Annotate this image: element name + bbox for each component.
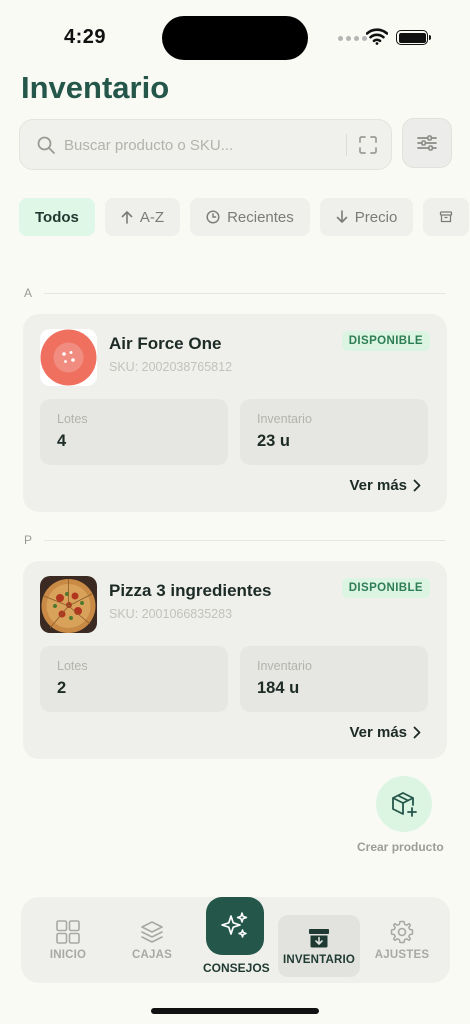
tab-ajustes[interactable]: AJUSTES [368, 897, 436, 983]
search-icon [37, 136, 55, 154]
stat-value: 4 [57, 432, 67, 450]
pizza-photo [40, 576, 97, 633]
status-badge: DISPONIBLE [341, 331, 430, 351]
ver-mas-label: Ver más [349, 477, 407, 494]
lotes-stat: Lotes 2 [40, 646, 228, 712]
clock-icon [206, 210, 220, 224]
lotes-stat: Lotes 4 [40, 399, 228, 465]
page-title: Inventario [21, 70, 170, 105]
create-product-label: Crear producto [357, 840, 444, 854]
tab-bar: INICIO CAJAS CONSEJOS INVENTARIO AJUSTES [21, 897, 450, 983]
chip-a-z[interactable]: A-Z [104, 198, 181, 236]
section-divider [44, 539, 446, 541]
section-header-a: A [24, 286, 446, 300]
section-divider [44, 292, 446, 294]
tab-label: CAJAS [132, 949, 172, 961]
placeholder-circle-icon [40, 329, 97, 386]
create-product-button[interactable] [376, 776, 432, 832]
tab-label: INICIO [49, 949, 87, 961]
product-sku: SKU: 2001066835283 [109, 607, 233, 621]
archive-icon [309, 929, 329, 948]
battery-icon [396, 30, 431, 45]
search-bar[interactable] [19, 119, 392, 170]
stat-label: Inventario [257, 412, 312, 426]
inventario-stat: Inventario 23 u [240, 399, 428, 465]
product-sku: SKU: 2002038765812 [109, 360, 233, 374]
wifi-icon [366, 28, 388, 45]
search-input[interactable] [64, 133, 334, 157]
arrow-down-icon [336, 210, 348, 223]
tab-label: INVENTARIO [282, 954, 356, 966]
stat-label: Inventario [257, 659, 312, 673]
box-plus-icon [392, 792, 417, 817]
chevron-right-icon [413, 479, 421, 492]
chip-archivados[interactable] [423, 198, 470, 236]
chip-label: Todos [35, 208, 79, 226]
status-bar: 4:29 [0, 0, 470, 70]
chip-recientes[interactable]: Recientes [190, 198, 310, 236]
arrow-up-icon [121, 211, 133, 224]
product-thumbnail [40, 576, 97, 633]
scan-icon[interactable] [358, 135, 378, 155]
dynamic-island [162, 16, 308, 60]
tab-inicio[interactable]: INICIO [35, 897, 101, 983]
layers-icon [141, 921, 163, 943]
product-card[interactable]: Pizza 3 ingredientes SKU: 2001066835283 … [23, 561, 447, 759]
gear-icon [390, 920, 414, 944]
grid-icon [56, 920, 80, 944]
filter-chips: Todos A-Z Recientes Precio [19, 198, 470, 236]
section-header-p: P [24, 533, 446, 547]
product-card[interactable]: Air Force One SKU: 2002038765812 DISPONI… [23, 314, 447, 512]
section-letter: P [24, 533, 33, 547]
stat-label: Lotes [57, 412, 88, 426]
stat-label: Lotes [57, 659, 88, 673]
inventario-stat: Inventario 184 u [240, 646, 428, 712]
tab-label: CONSEJOS [203, 961, 270, 975]
search-divider [346, 134, 347, 156]
chip-precio[interactable]: Precio [319, 198, 414, 236]
product-name: Pizza 3 ingredientes [109, 581, 272, 600]
archive-icon [440, 211, 453, 223]
sparkles-icon [221, 912, 248, 938]
sliders-icon [417, 135, 437, 151]
stat-value: 2 [57, 679, 67, 697]
filter-settings-button[interactable] [402, 118, 452, 168]
product-name: Air Force One [109, 334, 222, 353]
signal-icon [338, 36, 367, 41]
chevron-right-icon [413, 726, 421, 739]
status-badge: DISPONIBLE [341, 578, 430, 598]
status-time: 4:29 [64, 26, 107, 48]
tab-consejos[interactable] [206, 897, 264, 955]
chip-label: A-Z [139, 208, 165, 226]
tab-label: AJUSTES [374, 949, 430, 961]
ver-mas-label: Ver más [349, 724, 407, 741]
stat-value: 23 u [257, 432, 291, 450]
chip-label: Precio [354, 208, 398, 226]
stat-value: 184 u [257, 679, 300, 697]
section-letter: A [24, 286, 33, 300]
product-thumbnail [40, 329, 97, 386]
tab-inventario[interactable]: INVENTARIO [278, 915, 360, 977]
tab-cajas[interactable]: CAJAS [119, 897, 185, 983]
ver-mas-link[interactable]: Ver más [349, 724, 421, 741]
chip-todos[interactable]: Todos [19, 198, 95, 236]
ver-mas-link[interactable]: Ver más [349, 477, 421, 494]
chip-label: Recientes [227, 208, 294, 226]
home-indicator[interactable] [151, 1008, 319, 1014]
